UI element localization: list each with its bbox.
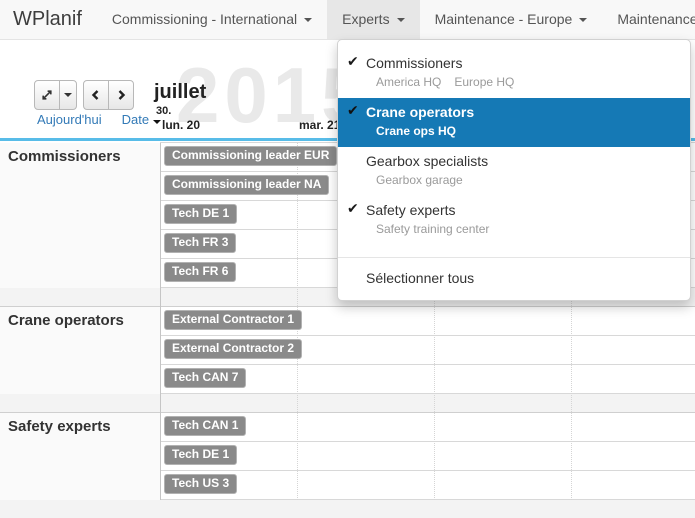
day-header-mon20: lun. 20 [162, 118, 200, 132]
timeline-row[interactable]: Tech DE 1 [160, 442, 695, 471]
next-button[interactable] [108, 80, 134, 110]
chevron-right-icon [115, 89, 127, 101]
month-label: juillet [154, 81, 206, 104]
view-button-group [34, 80, 77, 110]
timeline-row[interactable]: Tech CAN 7 [160, 365, 695, 394]
nav-item-commissioning-international[interactable]: Commissioning - International [97, 0, 327, 39]
group-label: Commissioners [8, 148, 121, 165]
check-icon: ✔ [347, 102, 359, 119]
venue-label: Europe HQ [454, 75, 514, 89]
chevron-down-icon [579, 18, 587, 22]
nav-item-maintenance-europe[interactable]: Maintenance - Europe [420, 0, 603, 39]
view-options-button[interactable] [59, 80, 77, 110]
chevron-down-icon [64, 93, 72, 97]
dropdown-item-crane-operators[interactable]: ✔ Crane operators Crane ops HQ [338, 98, 690, 147]
brand-logo[interactable]: WPlanif [0, 0, 97, 39]
group-label: Safety experts [8, 418, 111, 435]
chevron-left-icon [90, 89, 102, 101]
resource-badge[interactable]: Tech US 3 [164, 474, 237, 494]
prev-button[interactable] [83, 80, 109, 110]
venue-list: Safety training center [376, 222, 670, 237]
dropdown-item-commissioners[interactable]: ✔ Commissioners America HQEurope HQ [338, 49, 690, 98]
nav-item-maintenance-cut[interactable]: Maintenance - [602, 0, 695, 39]
toolbar-links: Aujourd'huiDate [37, 112, 161, 127]
grid-bottom-band [0, 500, 695, 518]
today-link[interactable]: Aujourd'hui [37, 112, 102, 127]
dropdown-divider [338, 257, 690, 258]
chevron-down-icon [304, 18, 312, 22]
resource-badge[interactable]: Commissioning leader NA [164, 175, 329, 195]
experts-dropdown-menu: ✔ Commissioners America HQEurope HQ ✔ Cr… [337, 39, 691, 301]
venue-list: Gearbox garage [376, 173, 670, 188]
chevron-down-icon [153, 120, 161, 124]
resource-badge[interactable]: Tech DE 1 [164, 445, 237, 465]
venue-list: Crane ops HQ [376, 124, 670, 139]
grid-left-border [160, 143, 161, 500]
group-label: Crane operators [8, 312, 124, 329]
nav-menu: Commissioning - International Experts Ma… [97, 0, 695, 39]
venue-label: Safety training center [376, 222, 489, 236]
venue-label: Crane ops HQ [376, 124, 456, 138]
resource-badge[interactable]: External Contractor 2 [164, 339, 302, 359]
expand-view-button[interactable] [34, 80, 60, 110]
venue-label: Gearbox garage [376, 173, 463, 187]
group-safety-experts: Safety experts Tech CAN 1 Tech DE 1 Tech… [0, 413, 695, 500]
dropdown-item-safety-experts[interactable]: ✔ Safety experts Safety training center [338, 196, 690, 245]
group-separator [0, 394, 695, 413]
timeline-row[interactable]: External Contractor 2 [160, 336, 695, 365]
timeline-row[interactable]: Tech US 3 [160, 471, 695, 500]
expand-diagonal-icon [40, 88, 54, 102]
timeline-row[interactable]: External Contractor 1 [160, 307, 695, 336]
resource-badge[interactable]: Tech FR 6 [164, 262, 236, 282]
timeline-row[interactable]: Tech CAN 1 [160, 413, 695, 442]
top-navbar: WPlanif Commissioning - International Ex… [0, 0, 695, 40]
resource-badge[interactable]: Tech FR 3 [164, 233, 236, 253]
nav-item-experts[interactable]: Experts [327, 0, 419, 39]
dropdown-item-gearbox-specialists[interactable]: Gearbox specialists Gearbox garage [338, 147, 690, 196]
resource-badge[interactable]: Tech CAN 1 [164, 416, 246, 436]
group-crane-operators: Crane operators External Contractor 1 Ex… [0, 307, 695, 394]
venue-list: America HQ Europe HQ [376, 75, 670, 90]
resource-badge[interactable]: External Contractor 1 [164, 310, 302, 330]
week-number: 30. [156, 105, 171, 117]
resource-badge[interactable]: Tech CAN 7 [164, 368, 246, 388]
wplanif-app: WPlanif Commissioning - International Ex… [0, 0, 695, 518]
select-all-item[interactable]: Sélectionner tous [338, 266, 690, 294]
venue-label: America HQ [376, 75, 441, 89]
resource-badge[interactable]: Commissioning leader EUR [164, 146, 337, 166]
chevron-down-icon [397, 18, 405, 22]
check-icon: ✔ [347, 53, 359, 70]
nav-button-group [83, 80, 134, 110]
day-header-tue21: mar. 21 [299, 118, 340, 132]
resource-badge[interactable]: Tech DE 1 [164, 204, 237, 224]
check-icon: ✔ [347, 200, 359, 217]
